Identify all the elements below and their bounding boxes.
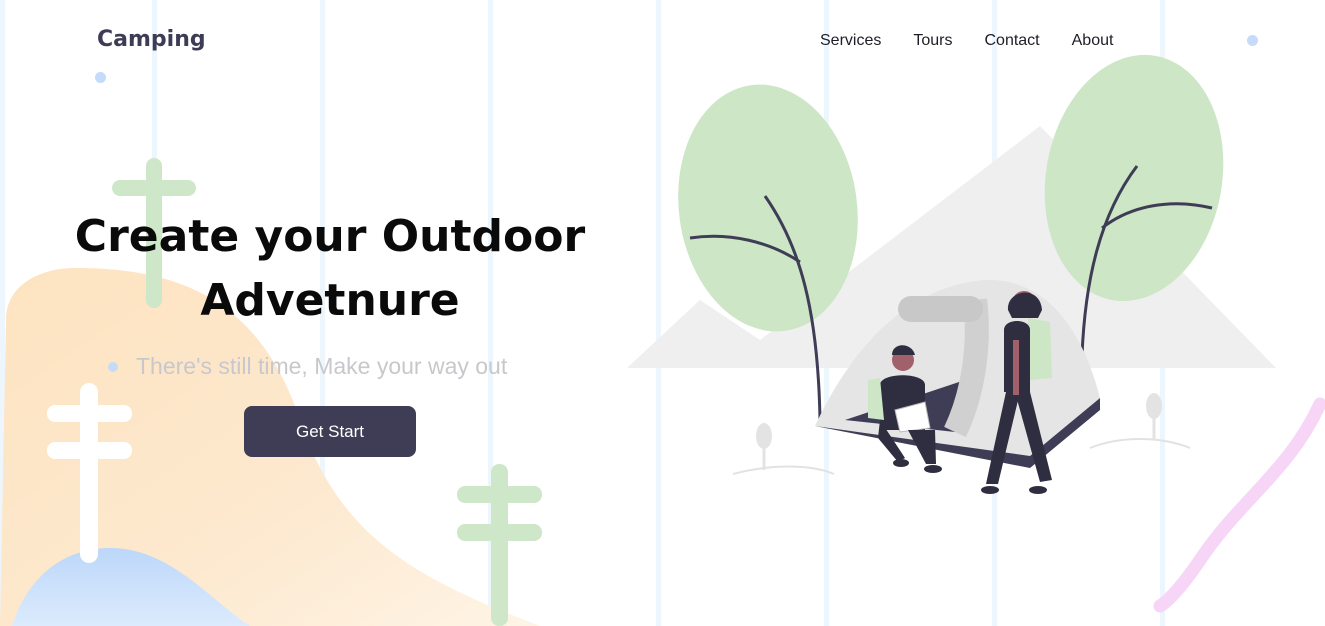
camping-illustration xyxy=(627,54,1276,494)
get-start-button[interactable]: Get Start xyxy=(244,406,416,457)
hero-subtitle-text: There's still time, Make your way out xyxy=(136,353,508,379)
hero-title-line1: Create your Outdoor xyxy=(74,211,586,262)
nav-item-tours[interactable]: Tours xyxy=(913,32,952,50)
decorative-dot xyxy=(95,72,106,83)
nav-item-services[interactable]: Services xyxy=(820,32,881,50)
nav-item-contact[interactable]: Contact xyxy=(984,32,1039,50)
bullet-dot-icon xyxy=(108,361,118,372)
decorative-dot xyxy=(1247,35,1258,46)
nav-item-about[interactable]: About xyxy=(1072,32,1114,50)
hero-title: Create your Outdoor Advetnure xyxy=(60,205,600,333)
main-nav: Services Tours Contact About xyxy=(820,32,1145,50)
hero-title-line2: Advetnure xyxy=(200,275,460,326)
brand-logo[interactable]: Camping xyxy=(97,27,206,52)
hero-subtitle: There's still time, Make your way out xyxy=(108,353,507,380)
